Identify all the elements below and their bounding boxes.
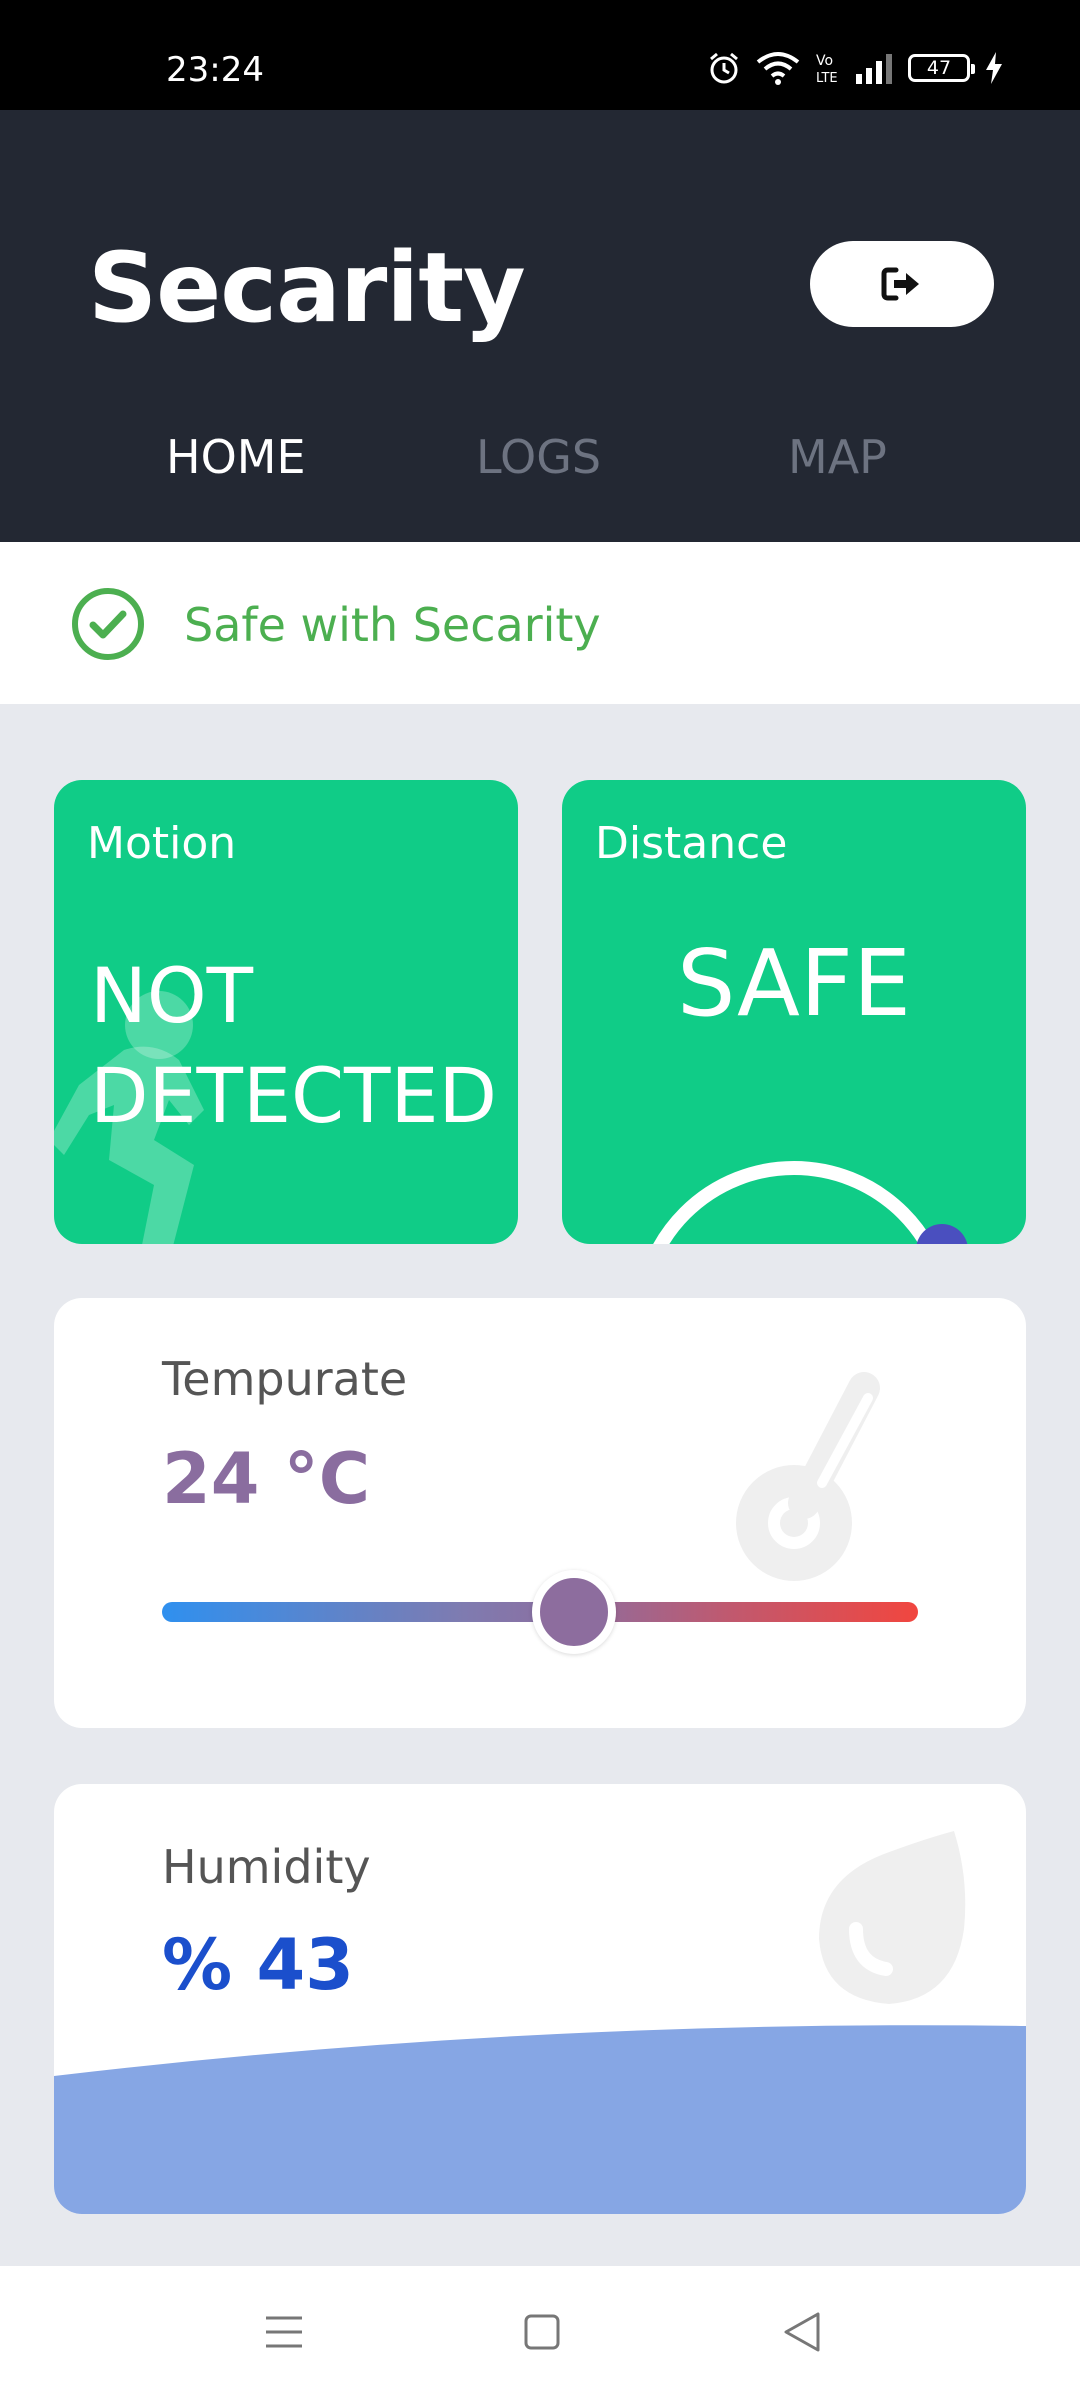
app-header: Secarity HOME LOGS MAP xyxy=(0,110,1080,542)
svg-text:LTE: LTE xyxy=(816,71,838,86)
motion-label: Motion xyxy=(87,818,237,869)
distance-label: Distance xyxy=(595,818,788,869)
temperature-slider-thumb[interactable] xyxy=(532,1570,617,1654)
home-square-icon[interactable] xyxy=(522,2310,562,2354)
tab-bar: HOME LOGS MAP xyxy=(0,430,1080,520)
battery-icon: 47 xyxy=(908,54,975,82)
check-circle-icon xyxy=(72,588,144,660)
temperature-card: Tempurate 24 °C xyxy=(54,1298,1026,1728)
humidity-label: Humidity xyxy=(162,1840,371,1894)
status-banner: Safe with Secarity xyxy=(0,542,1080,704)
humidity-card: Humidity % 43 xyxy=(54,1784,1026,2214)
signal-icon xyxy=(856,54,892,84)
temperature-label: Tempurate xyxy=(162,1352,408,1406)
svg-text:Vo: Vo xyxy=(816,53,833,69)
status-banner-text: Safe with Secarity xyxy=(184,598,601,652)
distance-value: SAFE xyxy=(676,930,912,1037)
status-time: 23:24 xyxy=(166,50,264,90)
menu-icon[interactable] xyxy=(262,2310,306,2354)
motion-card[interactable]: Motion NOT DETECTED xyxy=(54,780,518,1244)
tab-map[interactable]: MAP xyxy=(788,430,887,484)
battery-level: 47 xyxy=(926,57,952,79)
alarm-icon xyxy=(710,52,738,84)
temperature-value: 24 °C xyxy=(162,1438,371,1520)
status-icons: Vo LTE 47 xyxy=(706,50,1004,86)
temperature-slider[interactable] xyxy=(162,1570,918,1654)
tab-home[interactable]: HOME xyxy=(166,430,306,484)
distance-card[interactable]: Distance SAFE xyxy=(562,780,1026,1244)
charging-icon xyxy=(986,52,1002,84)
app-title: Secarity xyxy=(88,232,526,344)
humidity-value: % 43 xyxy=(162,1924,354,2006)
wifi-icon xyxy=(756,52,800,85)
logout-button[interactable] xyxy=(810,241,994,327)
thermometer-icon xyxy=(736,1372,880,1581)
volte-icon: Vo LTE xyxy=(816,53,838,86)
logout-icon xyxy=(881,267,919,301)
system-nav-bar xyxy=(0,2266,1080,2400)
back-triangle-icon[interactable] xyxy=(780,2310,824,2354)
motion-value: NOT DETECTED xyxy=(90,951,498,1140)
status-bar: 23:24 Vo LTE 47 xyxy=(0,0,1080,110)
tab-logs[interactable]: LOGS xyxy=(476,430,601,484)
